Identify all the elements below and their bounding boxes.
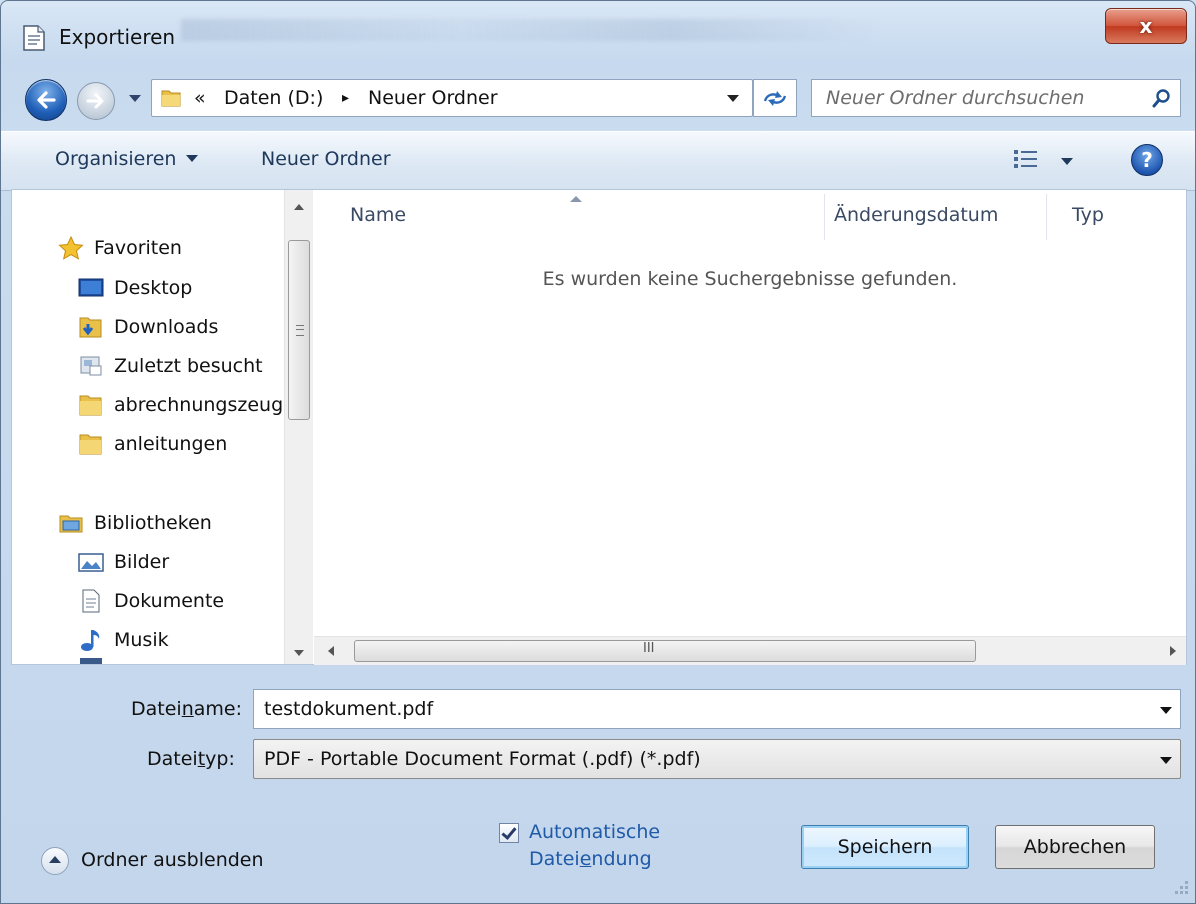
- recent-places-icon: [78, 354, 104, 378]
- address-dropdown[interactable]: [727, 95, 739, 102]
- nav-documents[interactable]: Dokumente: [78, 583, 224, 619]
- chevron-down-icon: [1160, 757, 1172, 764]
- libraries-icon: [58, 511, 84, 535]
- navigation-bar: « Daten (D:) ▸ Neuer Ordner Neuer Ordner…: [1, 73, 1195, 121]
- star-icon: [58, 235, 84, 260]
- column-header-type[interactable]: Typ: [1072, 204, 1104, 226]
- filetype-select[interactable]: PDF - Portable Document Format (.pdf) (*…: [253, 739, 1181, 779]
- downloads-folder-icon: [78, 315, 104, 339]
- back-button[interactable]: [25, 79, 67, 121]
- nav-libraries[interactable]: Bibliotheken: [58, 505, 212, 541]
- desktop-icon: [78, 276, 104, 300]
- organize-button[interactable]: Organisieren: [55, 148, 199, 170]
- save-button[interactable]: Speichern: [801, 825, 969, 869]
- search-box[interactable]: Neuer Ordner durchsuchen: [811, 79, 1181, 117]
- scroll-thumb[interactable]: III: [354, 640, 976, 662]
- window-title: Exportieren: [59, 25, 176, 49]
- grip-icon: III: [643, 641, 655, 656]
- search-icon[interactable]: [1152, 88, 1172, 108]
- scroll-down-arrow[interactable]: [294, 650, 304, 656]
- cancel-button[interactable]: Abbrechen: [995, 825, 1155, 869]
- recent-pages-dropdown[interactable]: [129, 95, 141, 102]
- grip-icon: [296, 325, 304, 336]
- documents-icon: [78, 589, 104, 613]
- nav-favorites[interactable]: Favoriten: [58, 230, 182, 266]
- navigation-pane: Favoriten Desktop Downloads Zuletzt besu…: [12, 190, 284, 664]
- filename-input[interactable]: testdokument.pdf: [253, 689, 1181, 729]
- refresh-button[interactable]: [753, 79, 797, 117]
- close-icon: x: [1139, 14, 1153, 38]
- forward-button[interactable]: [77, 82, 115, 120]
- column-header-name[interactable]: Name: [350, 204, 406, 226]
- breadcrumb-separator[interactable]: ▸: [342, 90, 349, 106]
- help-icon: ?: [1141, 148, 1153, 172]
- filename-value[interactable]: testdokument.pdf: [264, 698, 433, 720]
- arrow-right-icon: [86, 93, 104, 109]
- hide-folders-button[interactable]: [41, 847, 69, 875]
- scroll-thumb[interactable]: [288, 240, 310, 420]
- nav-music[interactable]: Musik: [78, 622, 169, 658]
- nav-folder-anleitungen[interactable]: anleitungen: [78, 426, 227, 462]
- auto-extension-checkbox[interactable]: [499, 823, 519, 843]
- column-divider[interactable]: [1046, 194, 1047, 240]
- arrow-left-icon: [37, 91, 56, 109]
- music-icon: [78, 628, 104, 652]
- views-dropdown[interactable]: [1061, 158, 1073, 165]
- view-details-icon[interactable]: [1013, 148, 1039, 170]
- close-button[interactable]: x: [1105, 8, 1187, 44]
- nav-scrollbar[interactable]: [284, 190, 313, 664]
- filetype-value: PDF - Portable Document Format (.pdf) (*…: [264, 748, 701, 770]
- new-folder-button[interactable]: Neuer Ordner: [261, 148, 391, 170]
- scroll-left-arrow[interactable]: [328, 646, 334, 656]
- address-bar[interactable]: « Daten (D:) ▸ Neuer Ordner: [151, 79, 753, 117]
- sort-ascending-icon: [570, 196, 582, 202]
- folder-icon: [78, 432, 104, 456]
- command-bar: Organisieren Neuer Ordner ?: [1, 131, 1195, 191]
- hide-folders-label[interactable]: Ordner ausblenden: [81, 849, 264, 871]
- breadcrumb-neuer-ordner[interactable]: Neuer Ordner: [368, 87, 498, 109]
- video-icon: [80, 658, 102, 664]
- file-list: Name Änderungsdatum Typ Es wurden keine …: [314, 190, 1186, 665]
- auto-extension-label[interactable]: Automatische Dateiendung: [529, 819, 660, 873]
- nav-pictures[interactable]: Bilder: [78, 544, 169, 580]
- column-divider[interactable]: [824, 194, 825, 240]
- column-header-date[interactable]: Änderungsdatum: [834, 204, 998, 226]
- nav-desktop[interactable]: Desktop: [78, 270, 192, 306]
- export-dialog: Exportieren x « Daten (D:) ▸ Neuer Ordne…: [0, 0, 1196, 904]
- folder-icon: [78, 393, 104, 417]
- nav-folder-abrechnungszeug[interactable]: abrechnungszeug: [78, 387, 283, 423]
- help-button[interactable]: ?: [1131, 144, 1163, 176]
- folder-icon: [161, 90, 181, 107]
- filename-label: Dateiname:: [131, 698, 242, 720]
- chevron-down-icon[interactable]: [1160, 707, 1172, 714]
- scroll-right-arrow[interactable]: [1170, 646, 1176, 656]
- empty-message: Es wurden keine Suchergebnisse gefunden.: [542, 268, 958, 290]
- filetype-label: Dateityp:: [147, 748, 235, 770]
- list-hscrollbar[interactable]: III: [314, 636, 1186, 665]
- resize-grip-icon[interactable]: [1171, 877, 1191, 897]
- refresh-icon: [763, 91, 787, 106]
- scroll-up-arrow[interactable]: [294, 204, 304, 210]
- nav-recent-places[interactable]: Zuletzt besucht: [78, 348, 263, 384]
- title-bar[interactable]: Exportieren x: [1, 1, 1195, 71]
- address-overflow[interactable]: «: [194, 87, 206, 109]
- breadcrumb-daten[interactable]: Daten (D:): [224, 87, 323, 109]
- browser-area: Favoriten Desktop Downloads Zuletzt besu…: [11, 189, 1187, 665]
- search-placeholder[interactable]: Neuer Ordner durchsuchen: [826, 87, 1084, 109]
- pictures-icon: [78, 550, 104, 574]
- nav-downloads[interactable]: Downloads: [78, 309, 218, 345]
- chevron-down-icon: [186, 155, 199, 162]
- document-icon: [23, 25, 45, 51]
